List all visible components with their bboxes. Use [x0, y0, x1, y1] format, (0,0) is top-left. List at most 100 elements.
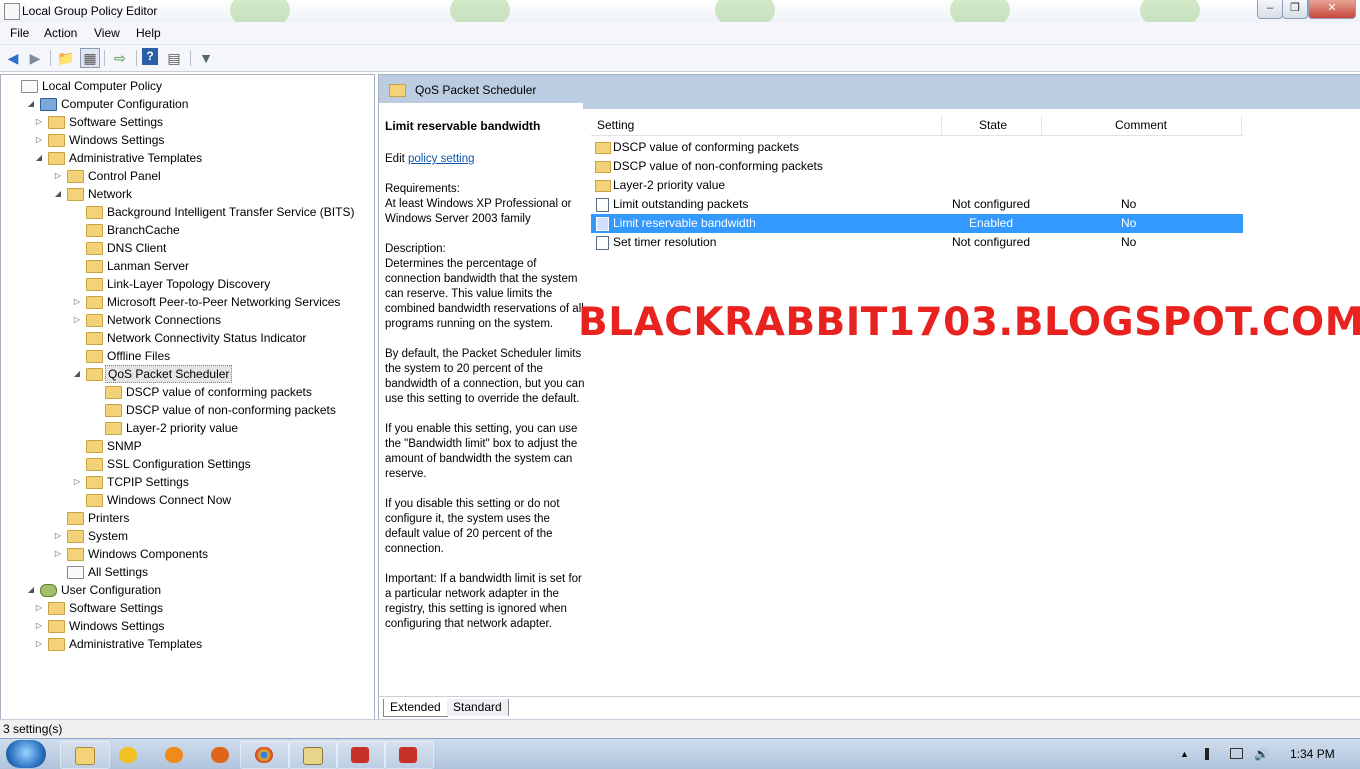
close-button[interactable]: ✕ — [1308, 0, 1356, 19]
details-pane: QoS Packet Scheduler Limit reservable ba… — [378, 74, 1360, 720]
collapsed-arrow-icon[interactable]: ▷ — [34, 113, 44, 131]
collapsed-arrow-icon[interactable]: ▷ — [34, 599, 44, 617]
volume-icon[interactable]: 🔊 — [1254, 748, 1269, 760]
watermark-text: BLACKRABBIT1703.BLOGSPOT.COM — [578, 300, 1360, 345]
row-state: Not configured — [951, 235, 1031, 249]
title-bar: Local Group Policy Editor – ❐ ✕ — [0, 0, 1360, 30]
header-band: QoS Packet Scheduler — [379, 75, 1360, 103]
folder-icon — [86, 440, 103, 453]
action-center-icon[interactable] — [1205, 748, 1209, 760]
folder-icon — [105, 386, 122, 399]
column-comment[interactable]: Comment — [1115, 118, 1167, 132]
collapsed-arrow-icon[interactable]: ▷ — [34, 617, 44, 635]
tree-item-label: Software Settings — [69, 115, 164, 129]
folder-row[interactable]: DSCP value of non-conforming packets — [591, 157, 1243, 176]
document-icon — [21, 80, 38, 93]
menu-help[interactable]: Help — [136, 26, 161, 40]
minimize-button[interactable]: – — [1257, 0, 1283, 19]
folder-icon — [48, 638, 65, 651]
orb-icon[interactable] — [156, 741, 206, 769]
folder-icon — [48, 602, 65, 615]
start-button[interactable] — [6, 740, 46, 768]
row-setting: Limit outstanding packets — [613, 197, 749, 211]
toolbar-separator — [50, 50, 51, 66]
column-divider[interactable] — [941, 115, 942, 135]
description-text: Description: Determines the percentage o… — [385, 242, 585, 632]
row-setting: Layer-2 priority value — [613, 178, 726, 192]
collapsed-arrow-icon[interactable]: ▷ — [34, 635, 44, 653]
app-red-icon[interactable] — [336, 741, 386, 769]
expanded-arrow-icon[interactable]: ◢ — [26, 95, 36, 113]
tree-item-label: BranchCache — [107, 223, 180, 237]
app-red2-icon[interactable] — [384, 741, 434, 769]
column-divider[interactable] — [1241, 115, 1242, 135]
folder-icon — [105, 404, 122, 417]
tab-standard[interactable]: Standard — [447, 699, 509, 716]
expanded-arrow-icon[interactable]: ◢ — [34, 149, 44, 167]
policy-row[interactable]: Set timer resolution Not configured No — [591, 233, 1243, 252]
expanded-arrow-icon[interactable]: ◢ — [53, 185, 63, 203]
folder-icon — [86, 314, 103, 327]
folder-icon — [86, 494, 103, 507]
folder-icon — [389, 84, 406, 97]
forward-arrow-icon[interactable]: ▶ — [25, 48, 45, 68]
chrome-icon[interactable] — [240, 741, 290, 769]
folder-icon — [86, 296, 103, 309]
column-setting[interactable]: Setting — [597, 118, 634, 132]
menu-view[interactable]: View — [94, 26, 120, 40]
expanded-arrow-icon[interactable]: ◢ — [72, 365, 82, 383]
collapsed-arrow-icon[interactable]: ▷ — [72, 293, 82, 311]
properties-icon[interactable]: ▤ — [164, 48, 184, 68]
column-state[interactable]: State — [979, 118, 1007, 132]
up-folder-icon[interactable]: 📁 — [56, 48, 76, 68]
folder-icon — [105, 422, 122, 435]
tree-item-label: Network Connectivity Status Indicator — [107, 331, 307, 345]
menu-action[interactable]: Action — [44, 26, 77, 40]
tree-item-label: Lanman Server — [107, 259, 190, 273]
avast-icon[interactable] — [112, 741, 162, 769]
description-paragraph: Description: Determines the percentage o… — [385, 243, 584, 330]
collapsed-arrow-icon[interactable]: ▷ — [34, 131, 44, 149]
tree-item-label: DNS Client — [107, 241, 167, 255]
tree-item-label: SSL Configuration Settings — [107, 457, 251, 471]
clock[interactable]: 1:34 PM — [1290, 747, 1335, 761]
show-hide-tree-icon[interactable]: ▦ — [80, 48, 100, 68]
folder-row[interactable]: DSCP value of conforming packets — [591, 138, 1243, 157]
expanded-arrow-icon[interactable]: ◢ — [26, 581, 36, 599]
row-state: Enabled — [968, 216, 1014, 230]
tree-item-label: Windows Components — [88, 547, 209, 561]
folder-icon — [86, 476, 103, 489]
row-setting: DSCP value of conforming packets — [613, 140, 799, 154]
row-comment: No — [1121, 197, 1137, 211]
tray-expand-icon[interactable]: ▲ — [1180, 748, 1192, 760]
toolbar-separator — [190, 50, 191, 66]
tree-item-label: System — [88, 529, 129, 543]
requirements-text: Requirements: At least Windows XP Profes… — [385, 183, 572, 225]
menu-file[interactable]: File — [10, 26, 29, 40]
network-icon[interactable] — [1230, 748, 1243, 759]
column-divider[interactable] — [1041, 115, 1042, 135]
tree-item-label: Layer-2 priority value — [126, 421, 239, 435]
policy-row[interactable]: Limit reservable bandwidth Enabled No — [591, 214, 1243, 233]
tree-item-label: Offline Files — [107, 349, 171, 363]
collapsed-arrow-icon[interactable]: ▷ — [53, 545, 63, 563]
collapsed-arrow-icon[interactable]: ▷ — [72, 311, 82, 329]
filter-icon[interactable]: ▼ — [196, 48, 216, 68]
back-arrow-icon[interactable]: ◀ — [3, 48, 23, 68]
column-header-row: Setting State Comment — [591, 113, 1243, 136]
help-icon[interactable]: ? — [142, 48, 158, 65]
tab-extended[interactable]: Extended — [383, 699, 448, 717]
folder-row[interactable]: Layer-2 priority value — [591, 176, 1243, 195]
collapsed-arrow-icon[interactable]: ▷ — [72, 473, 82, 491]
shell-icon[interactable] — [288, 741, 338, 769]
policy-setting-link[interactable]: policy setting — [408, 153, 474, 165]
tree-item-label: Windows Connect Now — [107, 493, 232, 507]
explorer-icon[interactable] — [60, 741, 110, 769]
policy-row[interactable]: Limit outstanding packets Not configured N… — [591, 195, 1243, 214]
maximize-button[interactable]: ❐ — [1282, 0, 1308, 19]
export-list-icon[interactable]: ⇨ — [110, 48, 130, 68]
tree-item-label: SNMP — [107, 439, 142, 453]
taskbar: ▲ 🔊 1:34 PM — [0, 738, 1360, 769]
collapsed-arrow-icon[interactable]: ▷ — [53, 167, 63, 185]
collapsed-arrow-icon[interactable]: ▷ — [53, 527, 63, 545]
